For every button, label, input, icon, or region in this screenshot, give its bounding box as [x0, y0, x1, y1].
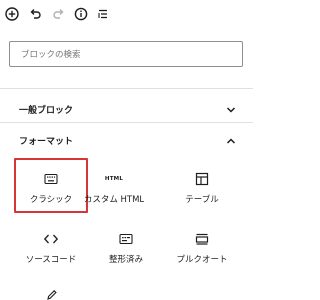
- editor-toolbar: [0, 0, 253, 28]
- block-label: カスタム HTML: [83, 195, 145, 205]
- keyboard-icon: [44, 173, 58, 185]
- search-placeholder: ブロックの検索: [21, 50, 81, 60]
- block-item-verse[interactable]: [14, 284, 88, 300]
- block-search-input[interactable]: ブロックの検索: [9, 41, 243, 67]
- preformatted-icon: [119, 233, 133, 245]
- plus-circle-icon: [5, 7, 19, 21]
- block-item-custom-html[interactable]: HTML カスタム HTML: [76, 158, 152, 213]
- redo-button[interactable]: [49, 4, 69, 24]
- chevron-up-icon: [226, 138, 236, 144]
- list-view-button[interactable]: [93, 4, 113, 24]
- panel-title-common: 一般ブロック: [19, 106, 74, 116]
- block-label: テーブル: [185, 195, 219, 205]
- block-label: 整形済み: [108, 255, 143, 265]
- pullquote-icon: [195, 233, 209, 245]
- panel-title-formatting: フォーマット: [19, 137, 74, 147]
- block-item-code[interactable]: ソースコード: [14, 221, 88, 276]
- block-item-table[interactable]: テーブル: [165, 158, 239, 213]
- undo-button[interactable]: [25, 4, 45, 24]
- add-block-button[interactable]: [2, 4, 22, 24]
- code-icon: [43, 234, 59, 244]
- block-item-preformatted[interactable]: 整形済み: [89, 221, 163, 276]
- redo-icon: [53, 9, 64, 19]
- block-label: ソースコード: [25, 255, 77, 265]
- html-icon: HTML: [104, 176, 124, 182]
- table-icon: [195, 172, 209, 186]
- divider: [0, 88, 253, 89]
- pencil-icon: [47, 290, 57, 300]
- details-button[interactable]: [71, 4, 91, 24]
- list-view-icon: [98, 9, 107, 19]
- info-icon: [74, 7, 88, 21]
- panel-header-formatting[interactable]: フォーマット: [0, 131, 253, 151]
- block-label: プルクオート: [176, 255, 228, 265]
- undo-icon: [30, 9, 41, 19]
- divider: [0, 122, 253, 123]
- block-item-pullquote[interactable]: プルクオート: [165, 221, 239, 276]
- panel-header-common[interactable]: 一般ブロック: [0, 100, 253, 120]
- chevron-down-icon: [226, 107, 236, 113]
